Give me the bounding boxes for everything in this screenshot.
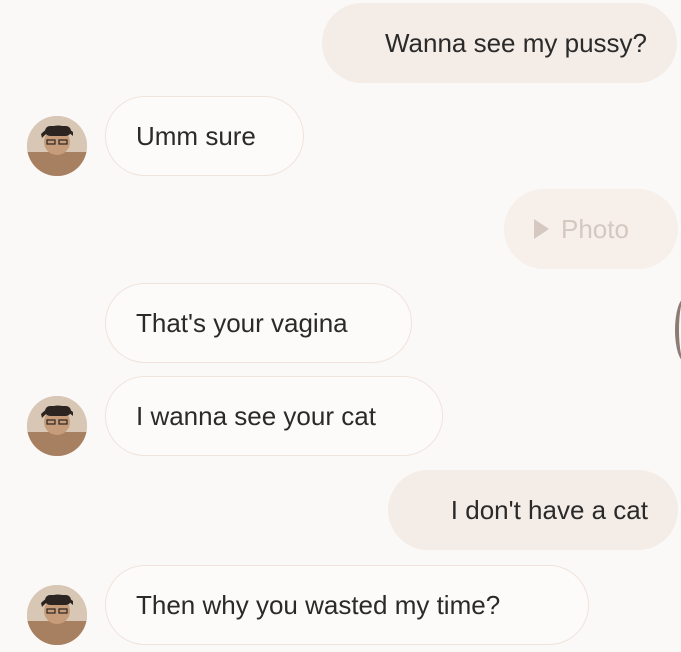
message-text: I wanna see your cat — [136, 400, 376, 431]
contact-avatar[interactable] — [27, 585, 87, 645]
play-icon — [534, 219, 549, 239]
message-text: Then why you wasted my time? — [136, 589, 501, 620]
message-text: That's your vagina — [136, 307, 348, 338]
sent-message[interactable]: Wanna see my pussy? — [322, 3, 677, 83]
chat-thread: Wanna see my pussy? Umm sure Photo That'… — [0, 0, 681, 652]
edge-element — [675, 298, 681, 362]
received-message[interactable]: Then why you wasted my time? — [105, 565, 589, 645]
received-message[interactable]: I wanna see your cat — [105, 376, 443, 456]
sent-photo-message[interactable]: Photo — [504, 189, 678, 269]
message-text: Wanna see my pussy? — [384, 27, 647, 58]
message-text: I don't have a cat — [450, 494, 648, 525]
contact-avatar[interactable] — [27, 396, 87, 456]
contact-avatar[interactable] — [27, 116, 87, 176]
received-message[interactable]: That's your vagina — [105, 283, 412, 363]
message-text: Umm sure — [136, 120, 256, 151]
message-text: Photo — [561, 213, 629, 244]
received-message[interactable]: Umm sure — [105, 96, 304, 176]
sent-message[interactable]: I don't have a cat — [388, 470, 678, 550]
